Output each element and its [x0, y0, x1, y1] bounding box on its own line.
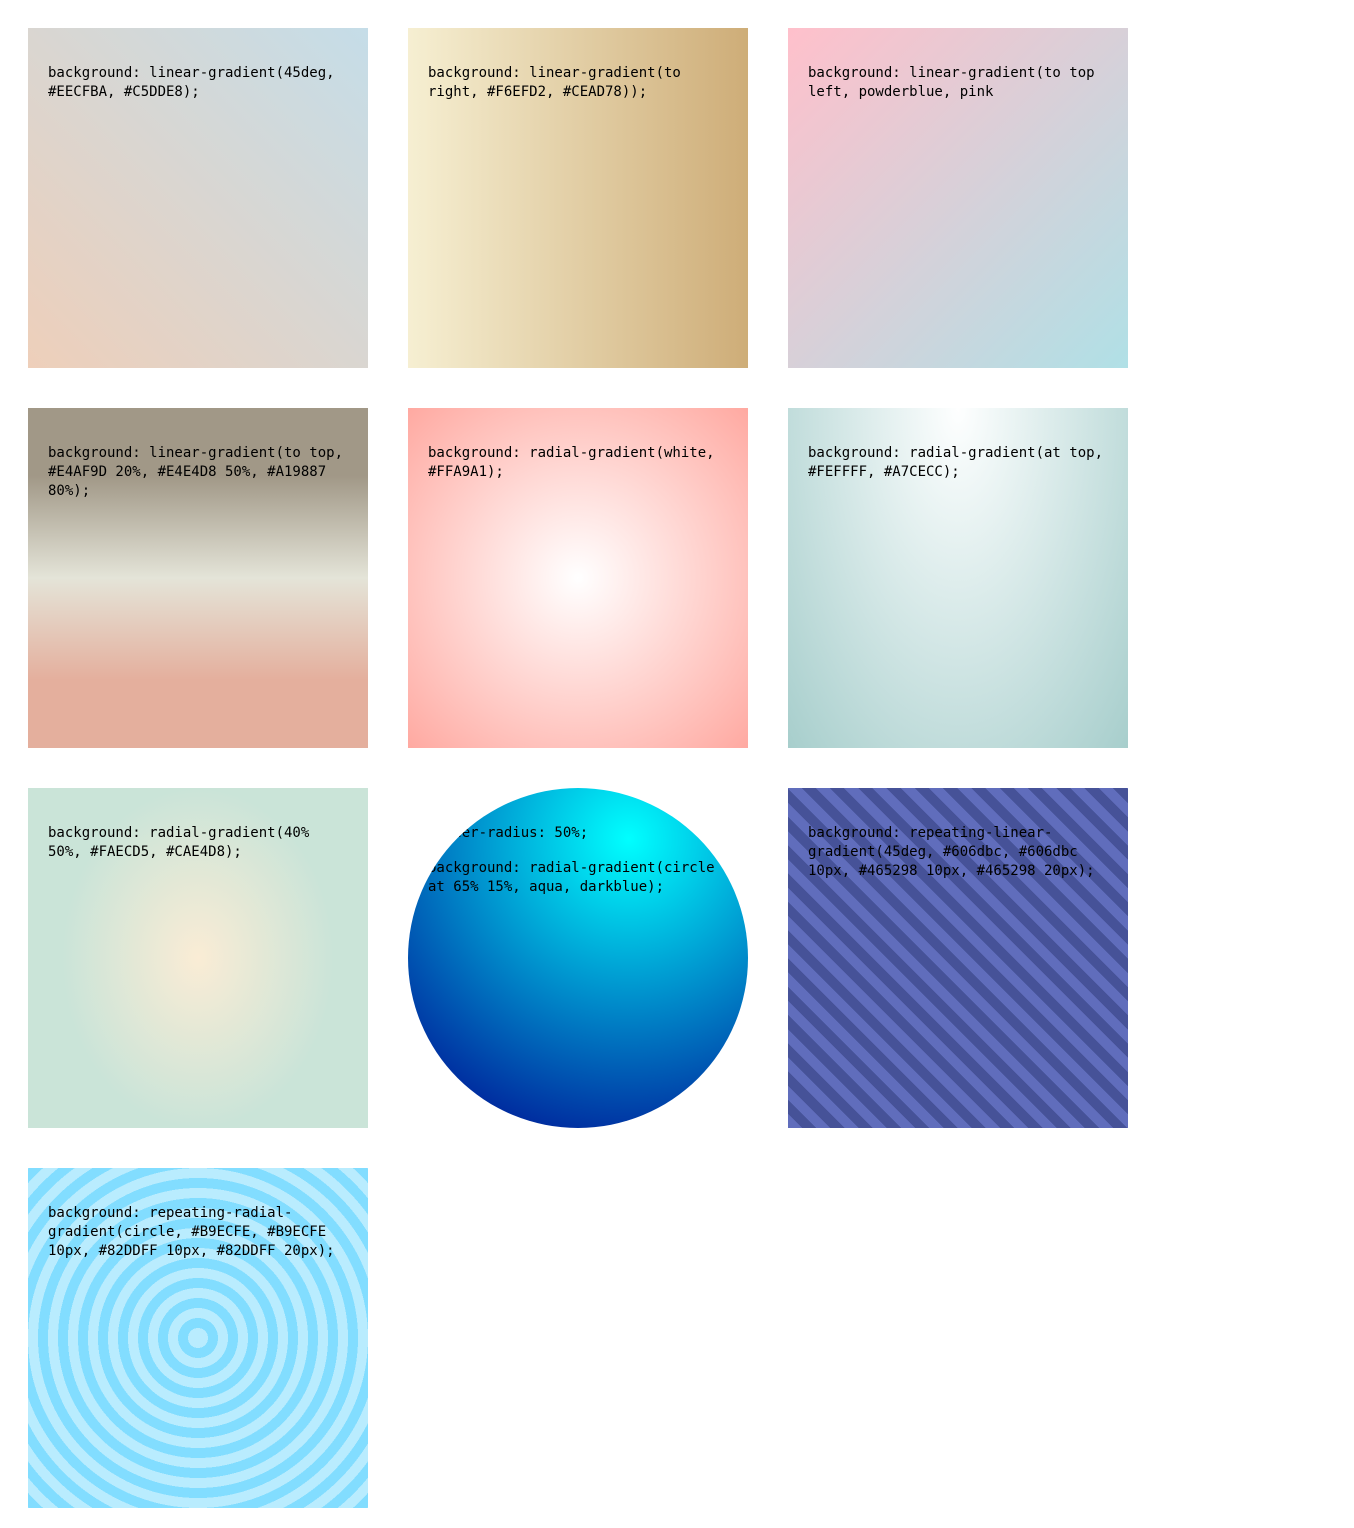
css-declaration: background: linear-gradient(to top, #E4A… [48, 445, 344, 499]
gradient-swatch-radial-circle: border-radius: 50%; background: radial-g… [408, 788, 748, 1128]
css-declaration: background: repeating-linear-gradient(45… [808, 825, 1095, 879]
gradient-swatch-radial-white: background: radial-gradient(white, #FFA9… [408, 408, 748, 748]
css-declaration: background: linear-gradient(to top left,… [808, 65, 1095, 100]
gradient-swatch-linear-45deg: background: linear-gradient(45deg, #EECF… [28, 28, 368, 368]
css-declaration: background: radial-gradient(at top, #FEF… [808, 445, 1104, 480]
gradient-swatch-radial-ellipse: background: radial-gradient(40% 50%, #FA… [28, 788, 368, 1128]
gradient-swatch-repeating-radial: background: repeating-radial-gradient(ci… [28, 1168, 368, 1508]
css-declaration: background: radial-gradient(40% 50%, #FA… [48, 825, 310, 860]
gradient-swatch-radial-at-top: background: radial-gradient(at top, #FEF… [788, 408, 1128, 748]
css-declaration: background: repeating-radial-gradient(ci… [48, 1205, 335, 1259]
gradient-swatch-linear-to-right: background: linear-gradient(to right, #F… [408, 28, 748, 368]
css-declaration: border-radius: 50%; [428, 825, 589, 841]
gradient-swatch-linear-to-top-stops: background: linear-gradient(to top, #E4A… [28, 408, 368, 748]
gradient-swatch-repeating-linear: background: repeating-linear-gradient(45… [788, 788, 1128, 1128]
css-declaration: background: linear-gradient(45deg, #EECF… [48, 65, 335, 100]
css-declaration: background: linear-gradient(to right, #F… [428, 65, 681, 100]
css-declaration: background: radial-gradient(white, #FFA9… [428, 445, 715, 480]
gradient-swatch-linear-to-top-left: background: linear-gradient(to top left,… [788, 28, 1128, 368]
css-declaration: background: radial-gradient(circle at 65… [428, 860, 715, 895]
